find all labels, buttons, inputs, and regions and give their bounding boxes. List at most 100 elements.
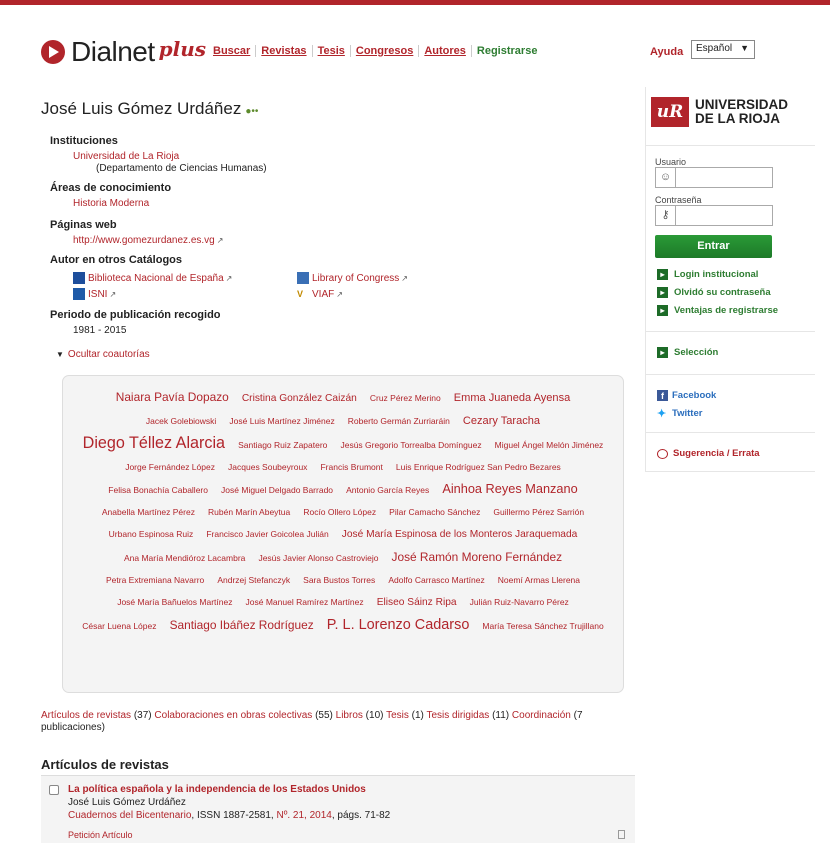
- coauthor-link[interactable]: Noemí Armas Llerena: [498, 569, 580, 591]
- catalog-isni-link[interactable]: ISNI: [88, 289, 107, 300]
- coauthor-link[interactable]: Cruz Pérez Merino: [370, 387, 441, 409]
- hide-coauthors-toggle[interactable]: ▼ Ocultar coautorías: [56, 349, 150, 360]
- coauthor-link[interactable]: Petra Extremiana Navarro: [106, 569, 204, 591]
- facebook-link[interactable]: f Facebook: [657, 390, 716, 401]
- user-label: Usuario: [655, 157, 687, 167]
- coauthor-link[interactable]: José Miguel Delgado Barrado: [221, 479, 333, 501]
- password-input[interactable]: ⚷: [655, 205, 773, 226]
- facebook-icon: f: [657, 390, 668, 401]
- coauthor-link[interactable]: Jesús Gregorio Torrealba Domínguez: [340, 434, 481, 456]
- university-logo[interactable]: uR UNIVERSIDAD DE LA RIOJA: [651, 97, 788, 127]
- coauthor-link[interactable]: José Ramón Moreno Fernández: [392, 546, 563, 568]
- coauthor-link[interactable]: Santiago Ruiz Zapatero: [238, 434, 327, 456]
- coauthor-link[interactable]: Antonio García Reyes: [346, 479, 429, 501]
- article-journal-link[interactable]: Cuadernos del Bicentenario: [68, 810, 191, 821]
- coauthor-link[interactable]: Rubén Marín Abeytua: [208, 501, 290, 523]
- count-books[interactable]: Libros: [336, 710, 363, 721]
- people-network-icon[interactable]: ●••: [245, 106, 258, 117]
- article-author: José Luis Gómez Urdáñez: [68, 797, 186, 808]
- coauthor-link[interactable]: César Luena López: [82, 615, 156, 637]
- coauthor-link[interactable]: P. L. Lorenzo Cadarso: [327, 614, 470, 636]
- nav-revistas[interactable]: Revistas: [256, 45, 313, 57]
- coauthor-link[interactable]: Santiago Ibáñez Rodríguez: [170, 614, 314, 636]
- coauthor-link[interactable]: José Luis Martínez Jiménez: [229, 410, 334, 432]
- article-issn: , ISSN 1887-2581,: [191, 810, 277, 821]
- coauthor-link[interactable]: Julián Ruiz-Navarro Pérez: [470, 591, 569, 613]
- password-label: Contraseña: [655, 195, 702, 205]
- catalog-loc-link[interactable]: Library of Congress: [312, 273, 399, 284]
- web-link[interactable]: http://www.gomezurdanez.es.vg: [73, 235, 215, 246]
- coauthor-link[interactable]: Ainhoa Reyes Manzano: [442, 478, 577, 500]
- coauthor-link[interactable]: Emma Juaneda Ayensa: [454, 387, 570, 409]
- publication-counts: Artículos de revistas (37) Colaboracione…: [41, 710, 611, 734]
- twitter-link[interactable]: ✦ Twitter: [657, 407, 702, 420]
- article-issue-link[interactable]: Nº. 21, 2014: [276, 810, 331, 821]
- catalog-bne-link[interactable]: Biblioteca Nacional de España: [88, 273, 224, 284]
- coauthor-link[interactable]: Miguel Ángel Melón Jiménez: [495, 434, 604, 456]
- help-link[interactable]: Ayuda: [650, 46, 683, 58]
- article-title[interactable]: La política española y la independencia …: [68, 784, 366, 795]
- coauthor-link[interactable]: Ana María Mendióroz Lacambra: [124, 547, 245, 569]
- viaf-icon: V: [297, 289, 304, 299]
- selection-link[interactable]: ▸ Selección: [657, 347, 718, 358]
- nav-congresos[interactable]: Congresos: [351, 45, 420, 57]
- coauthor-link[interactable]: Rocío Ollero López: [303, 501, 376, 523]
- nav-buscar[interactable]: Buscar: [213, 45, 257, 57]
- count-theses[interactable]: Tesis: [386, 710, 409, 721]
- coauthor-link[interactable]: Jacek Golebiowski: [146, 410, 216, 432]
- count-collective[interactable]: Colaboraciones en obras colectivas: [154, 710, 312, 721]
- nav-autores[interactable]: Autores: [419, 45, 472, 57]
- institution-link[interactable]: Universidad de La Rioja: [73, 151, 179, 162]
- coauthor-link[interactable]: Jacques Soubeyroux: [228, 456, 307, 478]
- coauthor-link[interactable]: Luis Enrique Rodríguez San Pedro Bezares: [396, 456, 561, 478]
- user-icon: ☺: [656, 168, 676, 187]
- login-institutional-link[interactable]: ▸ Login institucional: [657, 269, 758, 280]
- login-button[interactable]: Entrar: [655, 235, 772, 258]
- coauthor-link[interactable]: Adolfo Carrasco Martínez: [388, 569, 484, 591]
- coauthor-link[interactable]: Eliseo Sáinz Ripa: [377, 592, 457, 614]
- article-request-link[interactable]: Petición Artículo: [68, 830, 133, 840]
- forgot-password-link[interactable]: ▸ Olvidó su contraseña: [657, 287, 771, 298]
- coauthor-link[interactable]: Guillermo Pérez Sarrión: [493, 501, 584, 523]
- coauthor-link[interactable]: Naiara Pavía Dopazo: [116, 386, 229, 408]
- coauthor-link[interactable]: José María Espinosa de los Monteros Jara…: [342, 524, 578, 546]
- coauthor-link[interactable]: Cristina González Caizán: [242, 388, 357, 410]
- nav-registrarse[interactable]: Registrarse: [472, 45, 543, 57]
- nav-tesis[interactable]: Tesis: [313, 45, 351, 57]
- coauthor-link[interactable]: Francis Brumont: [320, 456, 382, 478]
- coauthor-link[interactable]: Pilar Camacho Sánchez: [389, 501, 480, 523]
- link-label: Olvidó su contraseña: [674, 287, 771, 298]
- uni-line1: UNIVERSIDAD: [695, 97, 789, 112]
- coauthor-link[interactable]: Francisco Javier Goicolea Julián: [206, 523, 328, 545]
- chevron-right-icon: ▸: [657, 347, 668, 358]
- language-select[interactable]: Español ▼: [691, 40, 755, 59]
- catalog-viaf-link[interactable]: VIAF: [312, 289, 334, 300]
- dialnet-logo[interactable]: Dialnet plus: [41, 36, 206, 68]
- coauthor-link[interactable]: Anabella Martínez Pérez: [102, 501, 195, 523]
- coauthor-link[interactable]: Urbano Espinosa Ruiz: [109, 523, 194, 545]
- divider: [645, 145, 815, 146]
- coauthor-link[interactable]: Roberto Germán Zurriaráin: [348, 410, 450, 432]
- user-input[interactable]: ☺: [655, 167, 773, 188]
- chevron-right-icon: ▸: [657, 305, 668, 316]
- coauthor-link[interactable]: Sara Bustos Torres: [303, 569, 375, 591]
- coauthor-link[interactable]: María Teresa Sánchez Trujillano: [482, 615, 603, 637]
- count-coordination[interactable]: Coordinación: [512, 710, 571, 721]
- coauthor-link[interactable]: Andrzej Stefanczyk: [217, 569, 290, 591]
- coauthor-link[interactable]: Cezary Taracha: [463, 410, 540, 432]
- institutions-label: Instituciones: [50, 135, 118, 147]
- count-directed[interactable]: Tesis dirigidas: [427, 710, 490, 721]
- count-journal-articles[interactable]: Artículos de revistas: [41, 710, 131, 721]
- coauthor-link[interactable]: Felisa Bonachía Caballero: [108, 479, 208, 501]
- document-icon[interactable]: [618, 830, 625, 839]
- coauthor-link[interactable]: Jesús Javier Alonso Castroviejo: [258, 547, 378, 569]
- area-link[interactable]: Historia Moderna: [73, 198, 149, 209]
- coauthor-link[interactable]: José María Bañuelos Martínez: [117, 591, 232, 613]
- suggestion-link[interactable]: Sugerencia / Errata: [657, 448, 760, 459]
- coauthor-link[interactable]: Jorge Fernández López: [125, 456, 215, 478]
- articles-section-title: Artículos de revistas: [41, 757, 169, 772]
- coauthor-link[interactable]: Diego Téllez Alarcia: [83, 432, 225, 454]
- coauthor-link[interactable]: José Manuel Ramírez Martínez: [246, 591, 364, 613]
- register-benefits-link[interactable]: ▸ Ventajas de registrarse: [657, 305, 778, 316]
- article-checkbox[interactable]: [49, 785, 59, 795]
